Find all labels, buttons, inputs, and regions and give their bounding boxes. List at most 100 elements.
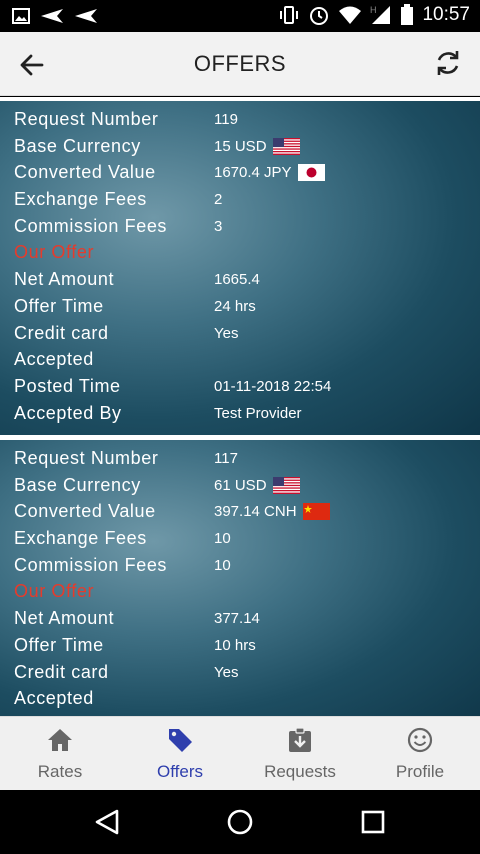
offer-row: Net Amount 1665.4 [0, 267, 480, 294]
jp-flag-icon [297, 164, 325, 182]
back-triangle-icon[interactable] [94, 808, 120, 836]
nav-profile[interactable]: Profile [360, 717, 480, 791]
send-icon [41, 9, 63, 23]
offer-row: Accepted By Test Provider [0, 401, 480, 428]
row-label: Offer Time [14, 634, 104, 655]
app-bar: OFFERS [0, 32, 480, 96]
row-label: Net Amount [14, 608, 115, 629]
value-text: 61 USD [214, 476, 267, 494]
our-offer-label: Our Offer [14, 242, 95, 263]
smiley-icon [407, 727, 433, 753]
row-value: 1665.4 [214, 271, 260, 288]
row-value: 377.14 [214, 610, 260, 627]
nav-label: Requests [264, 762, 336, 781]
value-text: 10 [214, 530, 231, 548]
offer-row: Exchange Fees 10 [0, 526, 480, 553]
value-text: 397.14 CNH [214, 503, 297, 521]
row-label: Credit card [14, 661, 109, 682]
row-label: Base Currency [14, 135, 141, 156]
row-label: Accepted By [14, 402, 122, 423]
clipboard-download-icon [289, 727, 311, 752]
row-value: 10 [214, 530, 231, 547]
image-icon [12, 8, 30, 24]
home-circle-icon[interactable] [226, 808, 254, 836]
clock: 10:57 [422, 4, 470, 25]
value-text: 1665.4 [214, 271, 260, 289]
row-value: 119 [214, 111, 238, 128]
battery-icon [401, 4, 414, 25]
value-text: 117 [214, 450, 238, 467]
nav-offers[interactable]: Offers [120, 717, 240, 791]
row-value: 15 USD [214, 137, 300, 155]
row-label: Accepted [14, 688, 94, 709]
row-label: Accepted [14, 349, 94, 370]
offer-row: Accepted [0, 686, 480, 713]
value-text: 1670.4 JPY [214, 164, 292, 182]
offer-card[interactable]: Request Number 117 Base Currency 61 USD Co… [0, 440, 480, 716]
row-value: Yes [214, 325, 238, 342]
row-label: Request Number [14, 448, 159, 468]
offer-row: Offer Time 24 hrs [0, 294, 480, 321]
value-text: 24 hrs [214, 297, 256, 315]
value-text: 15 USD [214, 137, 267, 155]
row-value: 61 USD [214, 476, 300, 494]
page-title: OFFERS [193, 51, 287, 76]
offer-row: Offer Time 10 hrs [0, 633, 480, 660]
row-label: Commission Fees [14, 215, 168, 236]
bottom-navigation: Rates Offers Requests Profile [0, 716, 480, 790]
us-flag-icon [272, 137, 300, 155]
nav-rates[interactable]: Rates [0, 717, 120, 791]
system-navigation-bar [0, 790, 480, 854]
offer-row: Request Number 117 [0, 446, 480, 473]
status-bar: H 10:57 [0, 0, 480, 32]
offer-row: Request Number 119 [0, 107, 480, 134]
home-icon [48, 729, 72, 751]
row-value: 2 [214, 191, 222, 208]
recents-square-icon[interactable] [360, 808, 386, 836]
signal-icon: H [370, 5, 391, 24]
value-text: 10 hrs [214, 636, 256, 654]
send-icon [75, 9, 97, 23]
row-label: Credit card [14, 322, 109, 343]
offer-row: Exchange Fees 2 [0, 187, 480, 214]
offer-row: Converted Value 397.14 CNH [0, 499, 480, 526]
cn-flag-icon [302, 503, 330, 521]
our-offer-label: Our Offer [14, 581, 95, 602]
row-label: Base Currency [14, 474, 141, 495]
us-flag-icon [272, 476, 300, 494]
row-value: Test Provider [214, 405, 302, 422]
value-text: 377.14 [214, 610, 260, 628]
row-value: 397.14 CNH [214, 503, 330, 521]
row-label: Net Amount [14, 269, 115, 290]
nav-label: Offers [157, 762, 203, 781]
offers-list[interactable]: Request Number 119 Base Currency 15 USD Co… [0, 97, 480, 716]
offer-row: Credit card Yes [0, 321, 480, 348]
row-value: 24 hrs [214, 298, 256, 315]
value-text: 2 [214, 191, 223, 209]
value-text: Test Provider [214, 404, 302, 422]
offer-card[interactable]: Request Number 119 Base Currency 15 USD Co… [0, 101, 480, 435]
offer-row: Credit card Yes [0, 660, 480, 687]
value-text: 01-11-2018 22:54 [214, 377, 332, 395]
offer-row: Net Amount 377.14 [0, 606, 480, 633]
row-value: Yes [214, 664, 238, 681]
value-text: 119 [214, 111, 238, 128]
row-value: 117 [214, 450, 238, 467]
refresh-icon[interactable] [434, 48, 462, 78]
row-label: Offer Time [14, 295, 104, 316]
nav-requests[interactable]: Requests [240, 717, 360, 791]
offer-row: Converted Value 1670.4 JPY [0, 160, 480, 187]
svg-text:H: H [370, 5, 377, 15]
row-label: Commission Fees [14, 554, 168, 575]
row-label: Converted Value [14, 501, 156, 522]
offer-row: Posted Time 01-11-2018 22:54 [0, 374, 480, 401]
value-text: 10 [214, 556, 231, 574]
offer-section-header: Our Offer [0, 240, 480, 267]
row-label: Exchange Fees [14, 528, 147, 549]
row-value: 10 [214, 557, 231, 574]
row-value: 10 hrs [214, 637, 256, 654]
row-value: 1670.4 JPY [214, 164, 325, 182]
row-label: Request Number [14, 109, 159, 129]
tag-icon [169, 729, 192, 752]
wifi-icon [339, 6, 362, 24]
